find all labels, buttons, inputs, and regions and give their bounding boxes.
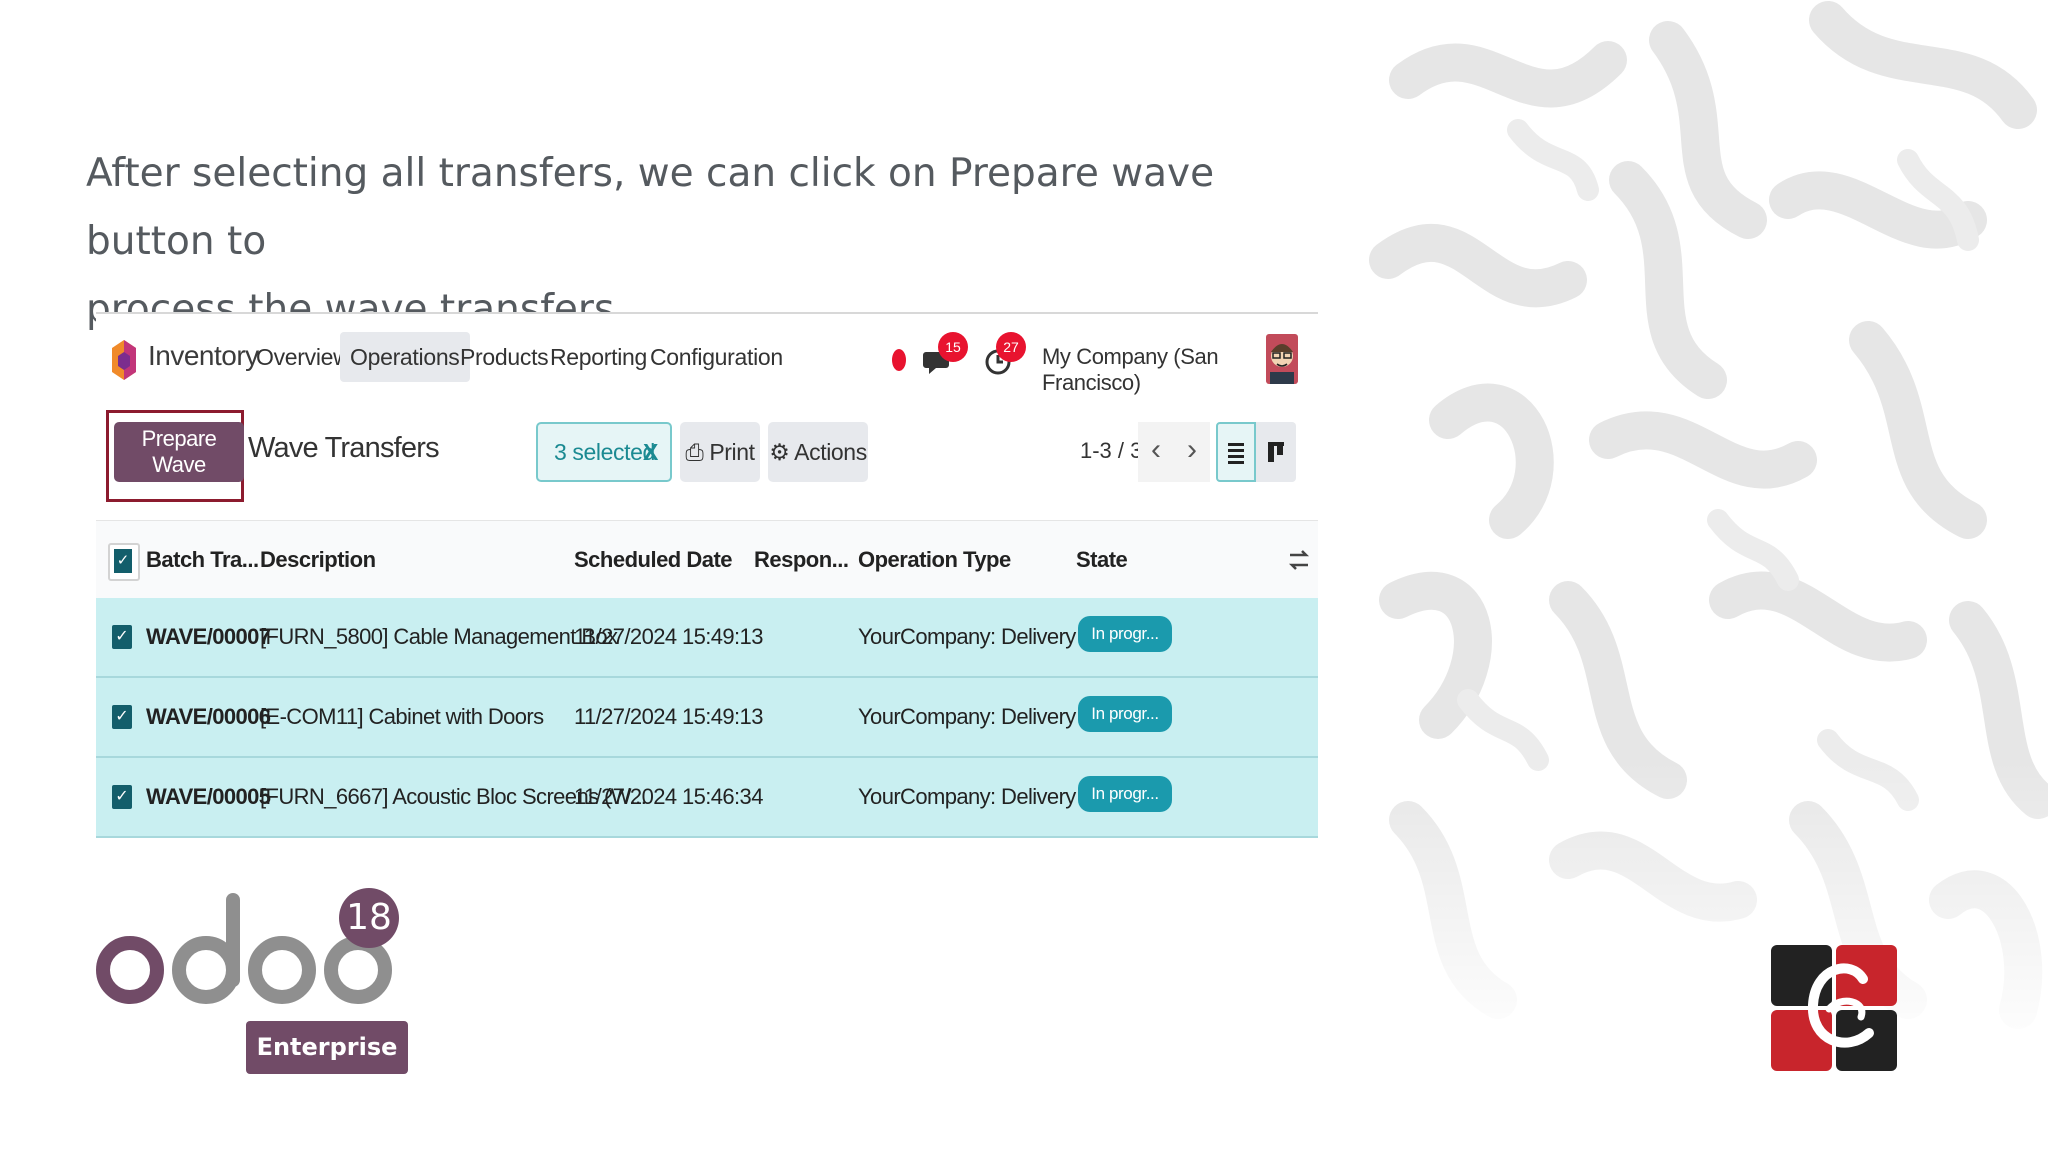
chevron-right-icon[interactable]: › [1174, 422, 1210, 482]
print-label: Print [709, 439, 755, 465]
row-checkbox[interactable]: ✓ [112, 705, 132, 729]
status-badge: In progr... [1078, 696, 1172, 732]
checkbox-icon: ✓ [114, 549, 132, 573]
caption-line-1: After selecting all transfers, we can cl… [86, 151, 1215, 264]
operation-cell: YourCompany: Delivery O... [858, 784, 1115, 809]
pattern-fade [1368, 760, 2048, 1152]
list-view-icon [1228, 443, 1244, 464]
selection-indicator[interactable]: 3 selected X [536, 422, 672, 482]
date-cell: 11/27/2024 15:49:13 [574, 624, 763, 649]
column-responsible[interactable]: Respon... [754, 521, 849, 599]
edition-badge: Enterprise [246, 1021, 408, 1074]
page-title: Wave Transfers [248, 432, 440, 464]
table-row[interactable]: ✓ WAVE/00005 [FURN_6667] Acoustic Bloc S… [96, 758, 1318, 838]
prepare-wave-button[interactable]: Prepare Wave [114, 422, 244, 482]
optional-columns-icon[interactable] [1286, 545, 1312, 575]
row-checkbox[interactable]: ✓ [112, 785, 132, 809]
column-scheduled-date[interactable]: Scheduled Date [574, 521, 733, 599]
description-cell: [E-COM11] Cabinet with Doors [260, 704, 544, 729]
actions-label: Actions [794, 439, 867, 465]
kanban-view-button[interactable] [1256, 422, 1296, 482]
messages-badge: 15 [938, 332, 968, 362]
clear-selection-button[interactable]: X [643, 424, 658, 480]
gear-icon: ⚙ [769, 439, 790, 465]
column-state[interactable]: State [1076, 521, 1128, 599]
odoo-screenshot: Inventory Overview Operations Products R… [96, 312, 1318, 839]
column-description[interactable]: Description [260, 521, 376, 599]
row-checkbox[interactable]: ✓ [112, 625, 132, 649]
app-name[interactable]: Inventory [148, 340, 259, 372]
date-cell: 11/27/2024 15:49:13 [574, 704, 763, 729]
operation-cell: YourCompany: Delivery O... [858, 704, 1115, 729]
avatar[interactable] [1266, 334, 1298, 384]
company-logo [1771, 945, 1897, 1071]
menu-configuration[interactable]: Configuration [640, 332, 793, 382]
batch-cell: WAVE/00007 [146, 624, 271, 649]
table-row[interactable]: ✓ WAVE/00007 [FURN_5800] Cable Managemen… [96, 598, 1318, 678]
description-cell: [FURN_5800] Cable Management Box [260, 624, 618, 649]
batch-cell: WAVE/00006 [146, 704, 271, 729]
selected-count: 3 selected [554, 439, 655, 465]
select-all-checkbox[interactable]: ✓ [108, 543, 140, 581]
table-header: ✓ Batch Tra... Description Scheduled Dat… [96, 520, 1318, 599]
table-row[interactable]: ✓ WAVE/00006 [E-COM11] Cabinet with Door… [96, 678, 1318, 758]
activities-badge: 27 [996, 332, 1026, 362]
status-dot-icon[interactable] [892, 349, 906, 371]
column-batch[interactable]: Batch Tra... [146, 521, 259, 599]
list-view-button[interactable] [1216, 422, 1256, 482]
status-badge: In progr... [1078, 776, 1172, 812]
print-icon: ⎙ [685, 439, 704, 465]
actions-button[interactable]: ⚙ Actions [768, 422, 868, 482]
column-operation-type[interactable]: Operation Type [858, 521, 1011, 599]
slide: After selecting all transfers, we can cl… [0, 0, 2048, 1152]
status-badge: In progr... [1078, 616, 1172, 652]
pager-value[interactable]: 1-3 / 3 [1080, 438, 1142, 464]
inventory-app-icon[interactable] [110, 338, 138, 382]
version-badge: 18 [339, 888, 399, 948]
batch-cell: WAVE/00005 [146, 784, 271, 809]
operation-cell: YourCompany: Delivery O... [858, 624, 1115, 649]
print-button[interactable]: ⎙ Print [680, 422, 760, 482]
date-cell: 11/27/2024 15:46:34 [574, 784, 763, 809]
chevron-left-icon[interactable]: ‹ [1138, 422, 1174, 482]
kanban-view-icon [1268, 442, 1284, 462]
